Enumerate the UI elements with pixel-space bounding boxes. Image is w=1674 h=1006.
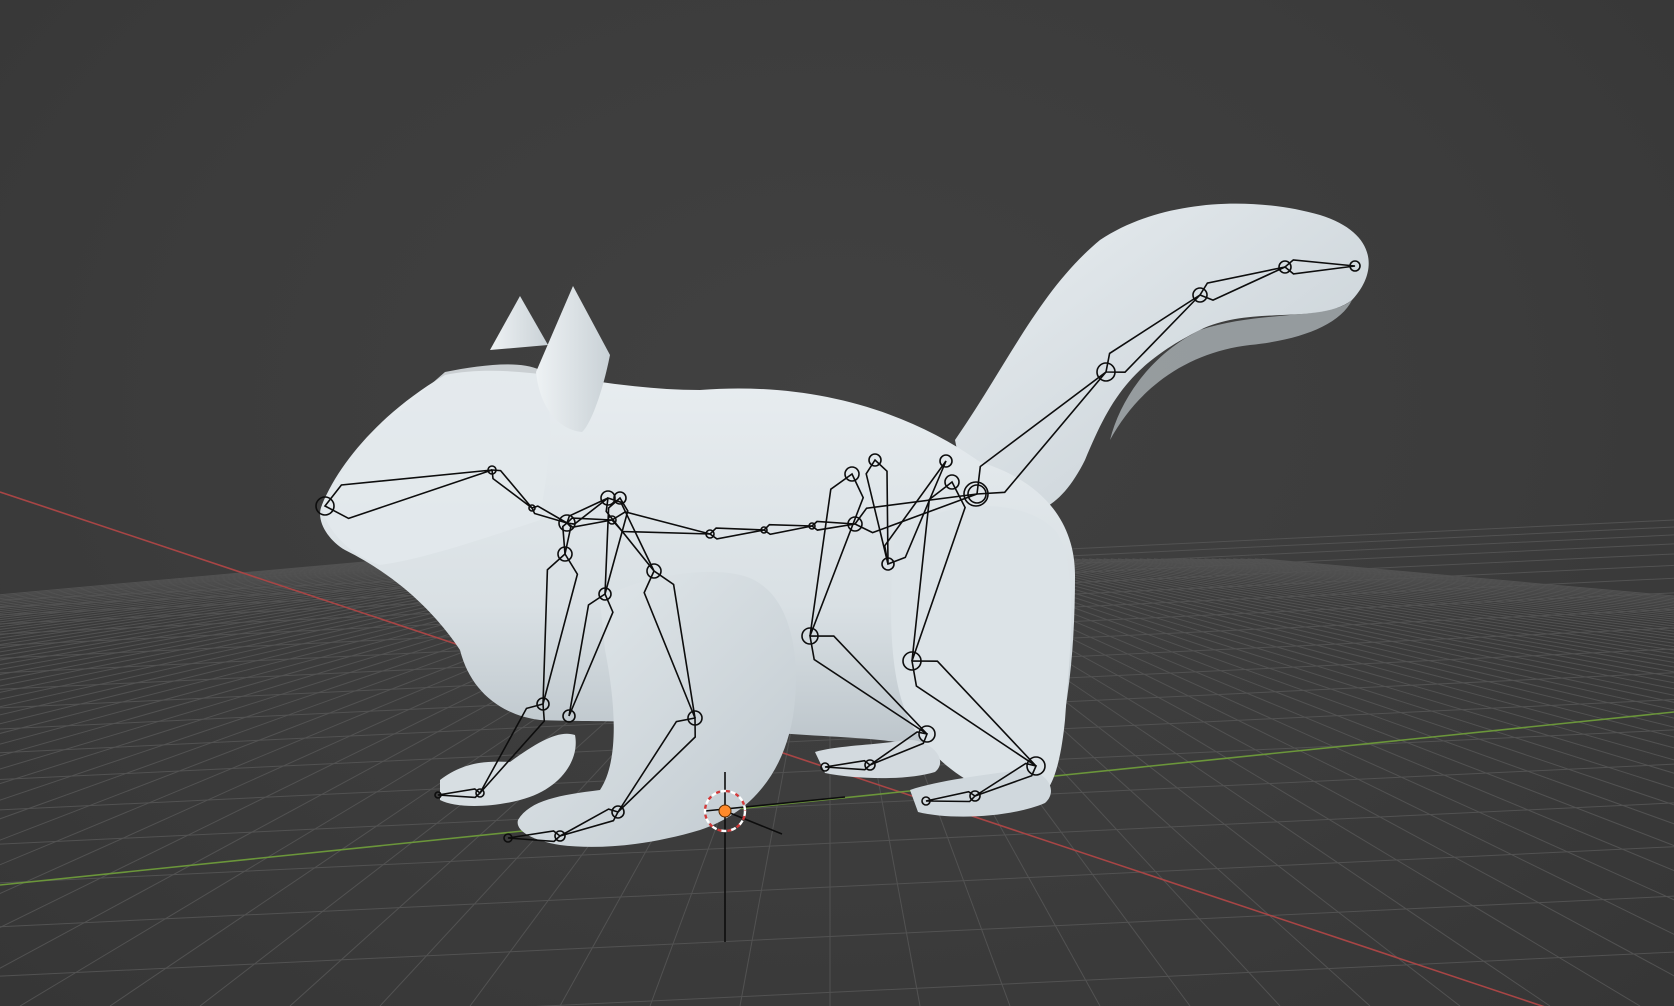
- grid-line: [1182, 558, 1674, 614]
- front-paw-far-mesh: [440, 733, 576, 806]
- grid-line: [1067, 558, 1674, 659]
- left-ear-mesh: [490, 296, 548, 350]
- grid-line: [1060, 558, 1674, 663]
- grid-line: [535, 951, 1674, 1006]
- cursor-crosshair-diagonal: [724, 810, 783, 835]
- grid-line: [1103, 558, 1674, 641]
- grid-line: [0, 558, 499, 618]
- 3d-viewport[interactable]: [0, 0, 1674, 1006]
- origin-dot[interactable]: [718, 804, 732, 818]
- viewport-canvas[interactable]: [0, 0, 1674, 1006]
- grid-line: [1175, 558, 1674, 616]
- grid-line: [1110, 558, 1674, 638]
- grid-line: [0, 558, 507, 621]
- grid-line: [0, 802, 1674, 884]
